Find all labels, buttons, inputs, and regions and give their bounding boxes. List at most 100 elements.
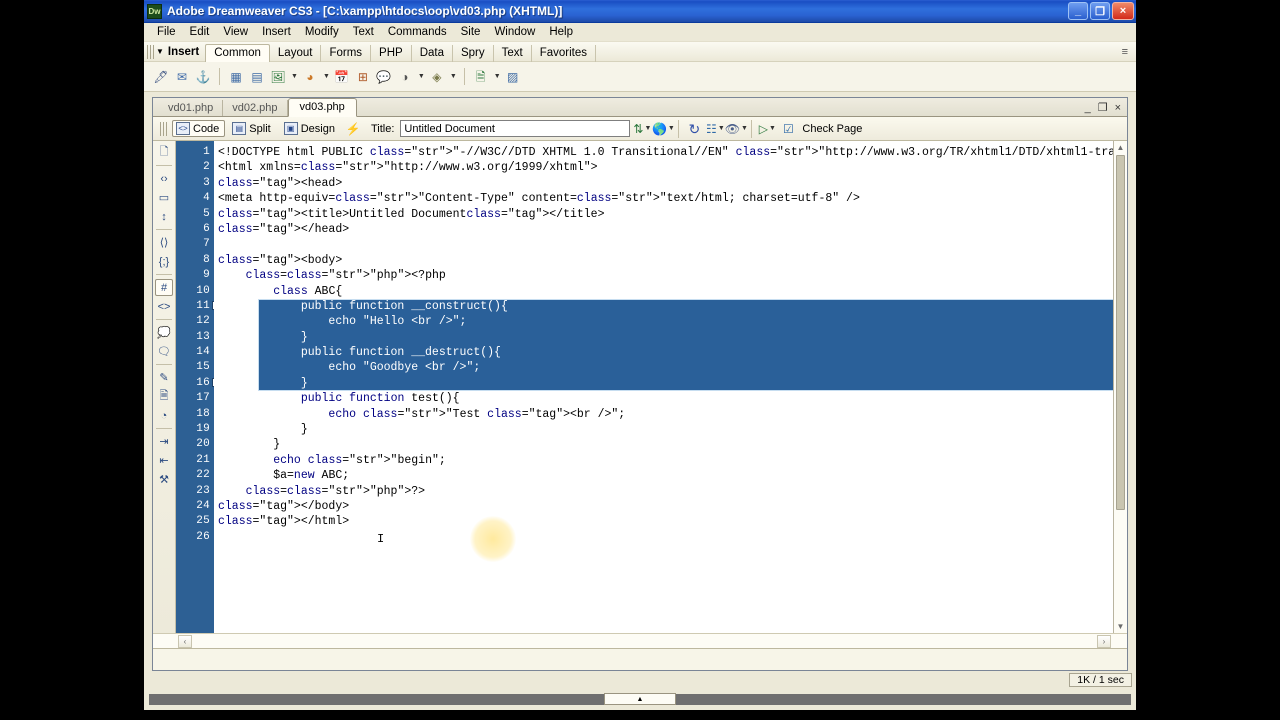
balance-braces-icon[interactable]: {;} bbox=[155, 253, 173, 270]
code-line[interactable]: echo class="str">"begin"; bbox=[214, 453, 1113, 468]
chevron-down-icon[interactable]: ▼ bbox=[323, 73, 330, 80]
code-line[interactable]: echo "Goodbye <br />"; bbox=[214, 360, 1113, 375]
select-parent-tag-icon[interactable]: ⟨⟩ bbox=[155, 234, 173, 251]
code-line[interactable]: class="tag"></html> bbox=[214, 514, 1113, 529]
menu-item-file[interactable]: File bbox=[150, 25, 183, 39]
document-tab-vd01[interactable]: vd01.php bbox=[159, 100, 224, 116]
insert-image-icon[interactable]: 🖼 bbox=[269, 68, 287, 86]
open-documents-icon[interactable]: 🗋 bbox=[155, 144, 173, 161]
outdent-code-icon[interactable]: ⇤ bbox=[155, 452, 173, 469]
menu-item-site[interactable]: Site bbox=[454, 25, 488, 39]
validate-markup-icon[interactable]: ▷ ▼ bbox=[758, 120, 776, 138]
chevron-down-icon[interactable]: ▼ bbox=[418, 73, 425, 80]
live-data-icon[interactable]: ⚡ bbox=[344, 120, 362, 138]
document-close-button[interactable]: × bbox=[1115, 102, 1121, 114]
wrap-tag-icon[interactable]: ✎ bbox=[155, 369, 173, 386]
minimize-button[interactable]: _ bbox=[1068, 2, 1088, 20]
insert-tab-data[interactable]: Data bbox=[412, 44, 453, 62]
code-line[interactable] bbox=[214, 530, 1113, 545]
code-line[interactable]: class="tag"><body> bbox=[214, 253, 1113, 268]
restore-button[interactable]: ❐ bbox=[1090, 2, 1110, 20]
code-line[interactable]: } bbox=[214, 330, 1113, 345]
code-line[interactable] bbox=[214, 237, 1113, 252]
menu-item-window[interactable]: Window bbox=[487, 25, 542, 39]
head-tags-icon[interactable]: ◑ bbox=[396, 68, 414, 86]
panel-expand-handle[interactable]: ▲ bbox=[604, 693, 676, 705]
remove-comment-icon[interactable]: 🗨 bbox=[155, 343, 173, 360]
document-toolbar-grip[interactable] bbox=[160, 121, 169, 136]
tag-chooser-icon[interactable]: ▨ bbox=[504, 68, 522, 86]
document-tab-vd02[interactable]: vd02.php bbox=[223, 100, 288, 116]
menu-item-edit[interactable]: Edit bbox=[183, 25, 217, 39]
code-line[interactable]: class=class="str">"php"><?php bbox=[214, 268, 1113, 283]
insert-table-icon[interactable]: ▦ bbox=[227, 68, 245, 86]
vertical-scrollbar[interactable]: ▲ ▼ bbox=[1113, 141, 1127, 633]
menu-item-commands[interactable]: Commands bbox=[381, 25, 454, 39]
code-line[interactable]: public function test(){ bbox=[214, 391, 1113, 406]
document-minimize-button[interactable]: _ bbox=[1085, 102, 1091, 114]
insert-tab-forms[interactable]: Forms bbox=[321, 44, 372, 62]
code-line[interactable]: <!DOCTYPE html PUBLIC class="str">"-//W3… bbox=[214, 145, 1113, 160]
code-line[interactable]: <meta http-equiv=class="str">"Content-Ty… bbox=[214, 191, 1113, 206]
insert-tab-common[interactable]: Common bbox=[205, 43, 270, 62]
split-view-button[interactable]: ▤ Split bbox=[228, 120, 276, 137]
code-line[interactable]: public function __construct(){ bbox=[214, 299, 1113, 314]
spry-data-icon[interactable]: 🗎 bbox=[472, 68, 490, 86]
code-line[interactable]: } bbox=[214, 422, 1113, 437]
menu-item-help[interactable]: Help bbox=[542, 25, 580, 39]
indent-code-icon[interactable]: ⇥ bbox=[155, 433, 173, 450]
code-line[interactable]: class ABC{ bbox=[214, 284, 1113, 299]
templates-icon[interactable]: ◈ bbox=[428, 68, 446, 86]
chevron-down-icon[interactable]: ▼ bbox=[291, 73, 298, 80]
collapse-full-tag-icon[interactable]: ‹› bbox=[155, 170, 173, 187]
scroll-left-arrow-icon[interactable]: ‹ bbox=[178, 634, 192, 648]
insert-tab-text[interactable]: Text bbox=[494, 44, 532, 62]
code-text-pane[interactable]: <!DOCTYPE html PUBLIC class="str">"-//W3… bbox=[214, 141, 1113, 633]
chevron-down-icon[interactable]: ▼ bbox=[494, 73, 501, 80]
scroll-right-arrow-icon[interactable]: › bbox=[1097, 634, 1111, 648]
document-restore-button[interactable]: ❐ bbox=[1098, 101, 1108, 114]
file-management-icon[interactable]: ⇅ ▼ bbox=[633, 120, 651, 138]
code-line[interactable]: echo "Hello <br />"; bbox=[214, 314, 1113, 329]
insert-media-icon[interactable]: ◕ bbox=[301, 68, 319, 86]
menu-item-text[interactable]: Text bbox=[346, 25, 381, 39]
document-tab-vd03[interactable]: vd03.php bbox=[287, 98, 357, 117]
expand-all-icon[interactable]: ↕ bbox=[155, 208, 173, 225]
highlight-invalid-code-icon[interactable]: <> bbox=[155, 298, 173, 315]
insert-bar-grip[interactable] bbox=[147, 44, 156, 59]
code-line[interactable]: } bbox=[214, 376, 1113, 391]
menu-item-insert[interactable]: Insert bbox=[255, 25, 298, 39]
menu-item-view[interactable]: View bbox=[216, 25, 255, 39]
line-numbers-icon[interactable]: # bbox=[155, 279, 173, 296]
refresh-design-view-icon[interactable]: ↻ bbox=[685, 120, 703, 138]
vertical-scroll-thumb[interactable] bbox=[1116, 155, 1125, 510]
insert-tab-layout[interactable]: Layout bbox=[270, 44, 322, 62]
chevron-down-icon[interactable]: ▼ bbox=[156, 47, 164, 56]
code-line[interactable]: class="tag"><head> bbox=[214, 176, 1113, 191]
visual-aids-icon[interactable]: 👁 ▼ bbox=[725, 120, 748, 138]
code-line[interactable]: public function __destruct(){ bbox=[214, 345, 1113, 360]
code-line[interactable]: class=class="str">"php">?> bbox=[214, 484, 1113, 499]
insert-date-icon[interactable]: 📅 bbox=[333, 68, 351, 86]
insert-tab-favorites[interactable]: Favorites bbox=[532, 44, 597, 62]
server-side-include-icon[interactable]: ⊞ bbox=[354, 68, 372, 86]
email-link-icon[interactable]: ✉ bbox=[173, 68, 191, 86]
comment-icon[interactable]: 💬 bbox=[375, 68, 393, 86]
move-to-css-icon[interactable]: ◔ bbox=[155, 407, 173, 424]
check-page-icon[interactable]: ☑ bbox=[779, 120, 797, 138]
insert-tab-spry[interactable]: Spry bbox=[453, 44, 494, 62]
insert-tab-php[interactable]: PHP bbox=[371, 44, 412, 62]
format-source-code-icon[interactable]: ⚒ bbox=[155, 471, 173, 488]
code-view-button[interactable]: <> Code bbox=[172, 120, 226, 137]
code-line[interactable]: class="tag"></head> bbox=[214, 222, 1113, 237]
close-button[interactable]: × bbox=[1112, 2, 1134, 20]
code-line[interactable]: class="tag"></body> bbox=[214, 499, 1113, 514]
hyperlink-icon[interactable]: 🖋 bbox=[152, 68, 170, 86]
panel-options-menu-icon[interactable]: ≡ bbox=[1122, 46, 1128, 58]
code-line[interactable]: echo class="str">"Test class="tag"><br /… bbox=[214, 407, 1113, 422]
apply-comment-icon[interactable]: 💭 bbox=[155, 324, 173, 341]
preview-in-browser-icon[interactable]: 🌎 ▼ bbox=[652, 120, 675, 138]
code-line[interactable]: class="tag"><title>Untitled Documentclas… bbox=[214, 207, 1113, 222]
scroll-up-arrow-icon[interactable]: ▲ bbox=[1114, 141, 1127, 154]
code-line[interactable]: $a=new ABC; bbox=[214, 468, 1113, 483]
